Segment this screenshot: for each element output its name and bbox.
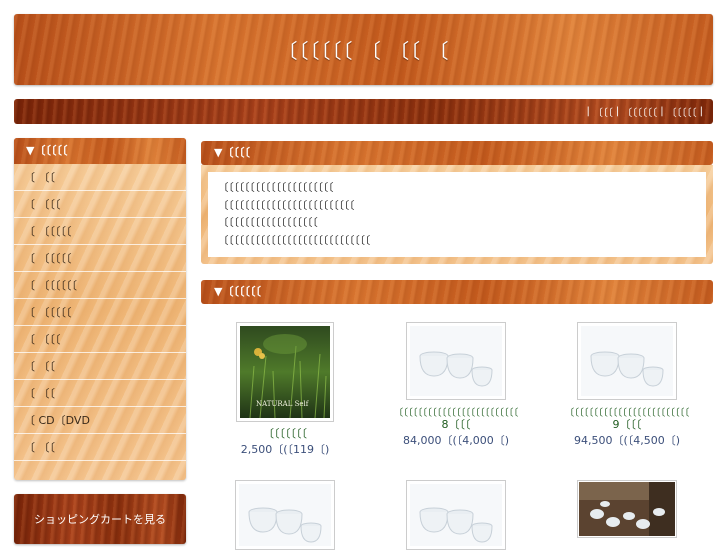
product-image-link[interactable] — [577, 322, 677, 400]
product-card: NATURAL Self 〔〔〔〔〔〔〔 2,500〔(〔119〔) — [205, 322, 365, 457]
product-name-link[interactable]: 〔〔〔〔〔〔〔〔〔〔〔〔〔〔〔〔〔〔〔〔〔〔〔〔〔 8〔〔〔 — [376, 408, 536, 431]
nav-separator: | — [586, 106, 590, 117]
sidebar-item-2[interactable]: 〔 〔〔〔 — [14, 191, 186, 218]
product-image-link[interactable] — [406, 480, 506, 550]
crystal-bowls-image — [581, 326, 673, 396]
crystal-bowls-image — [239, 484, 331, 546]
sidebar-item-6[interactable]: 〔 〔〔〔〔〔 — [14, 299, 186, 326]
product-card — [547, 480, 707, 538]
sidebar-item-7[interactable]: 〔 〔〔〔 — [14, 326, 186, 353]
sidebar-item-8[interactable]: 〔 〔〔 — [14, 353, 186, 380]
site-title[interactable]: 〔〔〔〔〔〔 〔 〔〔 〔 — [277, 35, 449, 64]
product-name-link[interactable]: 〔〔〔〔〔〔〔〔〔〔〔〔〔〔〔〔〔〔〔〔〔〔〔〔〔 9〔〔〔 — [547, 408, 707, 431]
info-line: 〔〔〔〔〔〔〔〔〔〔〔〔〔〔〔〔〔〔〔〔〔 — [218, 182, 334, 194]
nav-separator: | — [699, 106, 703, 117]
product-price: 2,500〔(〔119〔) — [240, 443, 330, 456]
product-card — [376, 480, 536, 550]
info-line: 〔〔〔〔〔〔〔〔〔〔〔〔〔〔〔〔〔〔〔〔〔〔〔〔〔〔〔〔 — [218, 234, 371, 247]
product-image-link[interactable] — [235, 480, 335, 550]
product-image-link[interactable] — [577, 480, 677, 538]
cd-cover-image: NATURAL Self — [240, 326, 330, 418]
product-image-link[interactable] — [406, 322, 506, 400]
product-card: 〔〔〔〔〔〔〔〔〔〔〔〔〔〔〔〔〔〔〔〔〔〔〔〔〔 8〔〔〔 84,000〔(〔… — [376, 322, 536, 448]
view-cart-button[interactable]: ショッピングカートを見る — [14, 494, 186, 544]
info-line: 〔〔〔〔〔〔〔〔〔〔〔〔〔〔〔〔〔〔 — [218, 217, 318, 229]
product-card: 〔〔〔〔〔〔〔〔〔〔〔〔〔〔〔〔〔〔〔〔〔〔〔〔〔 9〔〔〔 94,500〔(〔… — [547, 322, 707, 448]
product-name: 〔〔〔〔〔〔〔 — [205, 428, 365, 439]
product-name-line: 9〔〔〔 — [612, 418, 642, 431]
info-panel-heading: ▼〔〔〔〔 — [201, 141, 713, 165]
product-name-link[interactable]: 〔〔〔〔〔〔〔 — [263, 427, 307, 440]
sidebar-item-4[interactable]: 〔 〔〔〔〔〔 — [14, 245, 186, 272]
cd-cover-text: NATURAL Self — [256, 400, 310, 408]
nav-separator: | — [660, 106, 664, 117]
crystal-bowls-image — [410, 326, 502, 396]
product-price: 84,000〔(〔4,000〔) — [402, 434, 510, 447]
products-panel-heading: ▼〔〔〔〔〔〔 — [201, 280, 713, 304]
nav-separator: | — [615, 106, 620, 117]
product-name: 〔〔〔〔〔〔〔〔〔〔〔〔〔〔〔〔〔〔〔〔〔〔〔〔〔 9〔〔〔 — [547, 408, 707, 430]
nav-link-2[interactable]: 〔〔〔〔〔〔 — [622, 104, 657, 119]
sidebar-item-3[interactable]: 〔 〔〔〔〔〔 — [14, 218, 186, 245]
nav-link-3[interactable]: 〔〔〔〔〔 — [667, 104, 697, 119]
sidebar-item-9[interactable]: 〔 〔〔 — [14, 380, 186, 407]
sidebar-item-1[interactable]: 〔 〔〔 — [14, 164, 186, 191]
product-name: 〔〔〔〔〔〔〔〔〔〔〔〔〔〔〔〔〔〔〔〔〔〔〔〔〔 8〔〔〔 — [376, 408, 536, 430]
nav-link-1[interactable]: 〔〔〔 — [593, 104, 613, 119]
product-image-link[interactable]: NATURAL Self — [236, 322, 334, 422]
product-name-line: 8〔〔〔 — [441, 418, 471, 431]
product-card — [205, 480, 365, 550]
category-sidebar: ▼〔〔〔〔〔 〔 〔〔 〔 〔〔〔 〔 〔〔〔〔〔 〔 〔〔〔〔〔 〔 〔〔〔〔… — [14, 138, 186, 480]
product-price: 94,500〔(〔4,500〔) — [573, 434, 681, 447]
crystal-bowls-image — [410, 484, 502, 546]
sidebar-heading: ▼〔〔〔〔〔 — [14, 138, 186, 164]
sidebar-item-cd-dvd[interactable]: 〔 CD〔DVD — [14, 407, 186, 434]
bowls-on-floor-image — [579, 482, 675, 536]
info-line: 〔〔〔〔〔〔〔〔〔〔〔〔〔〔〔〔〔〔〔〔〔〔〔〔〔 — [218, 199, 355, 212]
sidebar-item-11[interactable]: 〔 〔〔 — [14, 434, 186, 461]
sidebar-item-5[interactable]: 〔 〔〔〔〔〔〔 — [14, 272, 186, 299]
site-header: 〔〔〔〔〔〔 〔 〔〔 〔 — [14, 14, 713, 85]
info-text-box: 〔〔〔〔〔〔〔〔〔〔〔〔〔〔〔〔〔〔〔〔〔 〔〔〔〔〔〔〔〔〔〔〔〔〔〔〔〔〔〔… — [208, 172, 706, 257]
info-panel-body: 〔〔〔〔〔〔〔〔〔〔〔〔〔〔〔〔〔〔〔〔〔 〔〔〔〔〔〔〔〔〔〔〔〔〔〔〔〔〔〔… — [201, 165, 713, 264]
top-navigation: | 〔〔〔 | 〔〔〔〔〔〔 | 〔〔〔〔〔 | — [14, 99, 713, 124]
